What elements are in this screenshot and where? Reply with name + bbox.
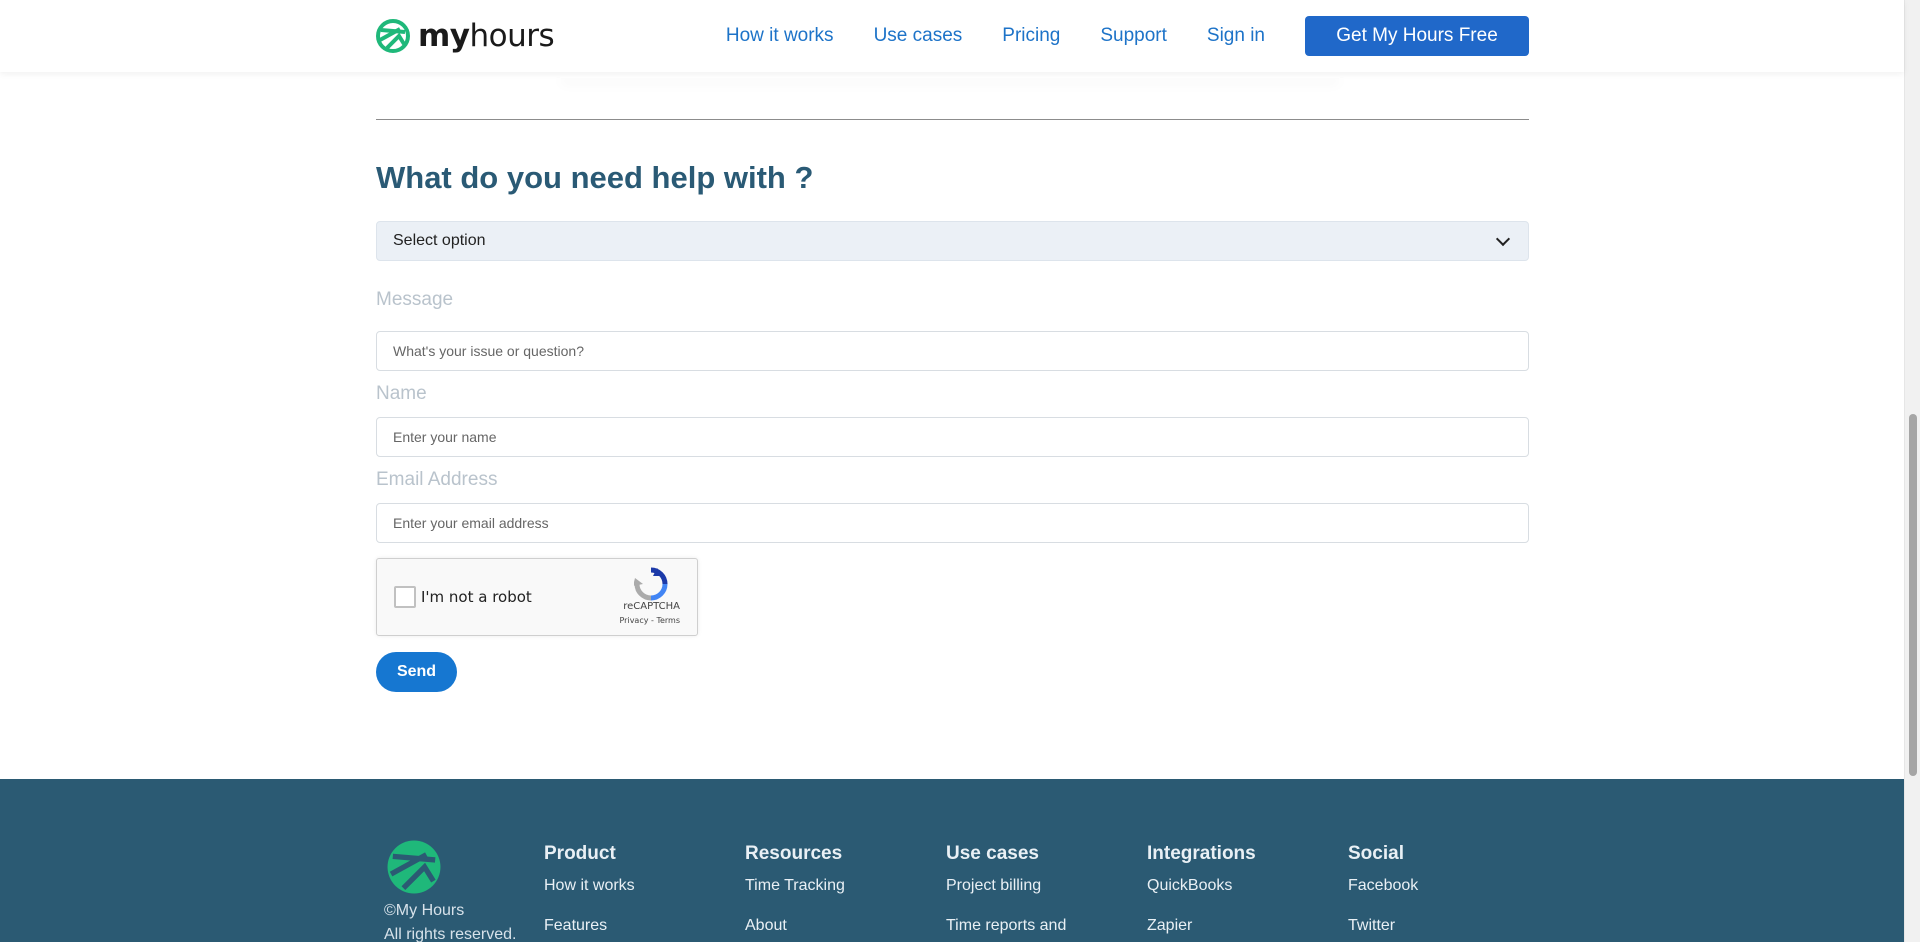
- scrollbar-thumb[interactable]: [1909, 414, 1917, 776]
- footer-col-social: Social Facebook Twitter: [1348, 843, 1538, 942]
- name-label: Name: [376, 383, 427, 404]
- footer-link[interactable]: Time reports and: [946, 917, 1136, 942]
- nav-sign-in[interactable]: Sign in: [1207, 25, 1265, 47]
- footer-link[interactable]: Zapier: [1147, 917, 1337, 942]
- footer-link[interactable]: QuickBooks: [1147, 877, 1337, 909]
- get-my-hours-free-button[interactable]: Get My Hours Free: [1305, 16, 1529, 56]
- footer-col-title: Social: [1348, 843, 1404, 864]
- footer-link[interactable]: Project billing: [946, 877, 1136, 909]
- footer-link[interactable]: About: [745, 917, 935, 942]
- footer-copyright: ©My Hours All rights reserved.: [384, 899, 517, 942]
- email-field[interactable]: [376, 503, 1529, 543]
- footer-col-title: Resources: [745, 843, 843, 864]
- email-label: Email Address: [376, 469, 498, 490]
- chevron-down-icon: [1495, 231, 1511, 246]
- nav-how-it-works[interactable]: How it works: [726, 25, 834, 47]
- rights-text: All rights reserved.: [384, 926, 517, 942]
- footer-col-integrations: Integrations QuickBooks Zapier: [1147, 843, 1337, 942]
- footer-col-resources: Resources Time Tracking About: [745, 843, 935, 942]
- recaptcha-checkbox[interactable]: [394, 586, 416, 608]
- recaptcha-brand: reCAPTCHA: [623, 601, 680, 612]
- nav-use-cases[interactable]: Use cases: [874, 25, 963, 47]
- help-form-title: What do you need help with ?: [376, 160, 814, 195]
- section-divider: [376, 119, 1529, 120]
- footer-link[interactable]: Twitter: [1348, 917, 1538, 942]
- recaptcha-privacy-terms[interactable]: Privacy - Terms: [620, 616, 681, 625]
- footer-col-title: Product: [544, 843, 616, 864]
- footer-col-use-cases: Use cases Project billing Time reports a…: [946, 843, 1136, 942]
- footer-col-title: Use cases: [946, 843, 1039, 864]
- message-label: Message: [376, 289, 454, 310]
- footer-link[interactable]: How it works: [544, 877, 734, 909]
- name-field[interactable]: [376, 417, 1529, 457]
- select-value: Select option: [393, 232, 486, 249]
- footer-link[interactable]: Time Tracking: [745, 877, 935, 909]
- site-header: myhours How it works Use cases Pricing S…: [0, 0, 1904, 72]
- footer-col-title: Integrations: [1147, 843, 1256, 864]
- recaptcha-icon: [634, 567, 668, 601]
- main-nav: How it works Use cases Pricing Support S…: [686, 0, 1529, 72]
- footer-col-product: Product How it works Features: [544, 843, 734, 942]
- help-topic-select[interactable]: Select option: [376, 221, 1529, 261]
- nav-support[interactable]: Support: [1100, 25, 1167, 47]
- recaptcha-label: I'm not a robot: [421, 588, 532, 606]
- footer-link[interactable]: Features: [544, 917, 734, 942]
- page-scrollbar[interactable]: [1904, 0, 1920, 942]
- copyright-text: ©My Hours: [384, 902, 465, 919]
- footer-logo-icon: [387, 840, 441, 894]
- send-button[interactable]: Send: [376, 652, 457, 692]
- nav-pricing[interactable]: Pricing: [1002, 25, 1060, 47]
- logo-wordmark: myhours: [418, 18, 555, 54]
- footer-link[interactable]: Facebook: [1348, 877, 1538, 909]
- myhours-logo[interactable]: myhours: [376, 18, 555, 54]
- myhours-logo-icon: [376, 19, 410, 53]
- recaptcha-widget: I'm not a robot reCAPTCHA Privacy - Term…: [376, 558, 698, 636]
- section-shadow: [560, 72, 1340, 78]
- message-field[interactable]: [376, 331, 1529, 371]
